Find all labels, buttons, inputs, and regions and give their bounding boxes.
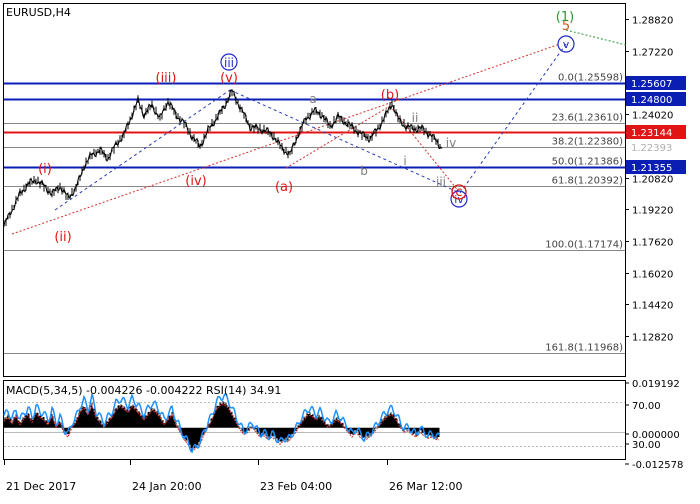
price-axis-label: 1.27220 [632,48,673,59]
wave-label: a [309,92,316,106]
price-axis-label: 1.16020 [632,270,673,281]
wave-label: (iii) [156,71,177,86]
price-axis-label: 1.14420 [632,301,673,312]
fib-label: 50.0(1.21386) [552,157,624,168]
wave-label: iii [436,175,446,189]
fib-label: 38.2(1.22380) [552,137,624,148]
time-axis-label: 24 Jan 20:00 [132,480,202,493]
indicator-title: MACD(5,34,5) -0.004226 -0.004222 RSI(14)… [6,384,281,397]
time-axis-label: 26 Mar 12:00 [389,480,462,493]
wave-label: ii [412,111,419,125]
price-marker-tag-label: 1.21355 [631,163,672,174]
wave-label: (ii) [54,230,71,245]
wave-label: iv [446,136,456,150]
price-marker-tag-label: 1.22393 [631,143,672,154]
time-axis: 21 Dec 2017 24 Jan 20:00 23 Feb 04:00 26 Ma… [4,460,462,493]
fib-label: 161.8(1.11968) [545,343,623,354]
price-axis: 1.288201.272201.256001.240201.208201.192… [625,16,673,344]
wave-label: (v) [220,71,238,86]
fib-label: 61.8(1.20392) [552,176,624,187]
price-axis-label: 1.12820 [632,333,673,344]
wave-label: v [563,38,570,51]
wave-label: i [403,154,406,168]
price-marker-tags: 1.25607 1.24800 1.23144 1.22393 1.21355 [626,76,686,174]
chart-title: EURUSD,H4 [6,6,71,19]
indicator-axis: 0.01919270.000.00000030.00-0.012578 [625,379,683,471]
main-plot-frame [3,3,626,377]
price-marker-tag-label: 1.25607 [631,79,672,90]
wave-label: (1) [556,10,574,25]
time-axis-label: 21 Dec 2017 [6,480,76,493]
indicator-axis-label: 0.019192 [632,379,680,390]
indicator-axis-label: 70.00 [632,401,661,412]
fib-label: 100.0(1.17174) [545,240,623,251]
wave-label: iii [224,56,234,70]
wave-label: b [360,164,368,178]
price-axis-label: 1.17620 [632,238,673,249]
wave-label: (b) [381,88,399,103]
wave-label: (i) [38,162,52,177]
chart-svg: 0.0(1.25598) 23.6(1.23610) 38.2(1.22380) 50… [3,3,686,493]
chart: 0.0(1.25598) 23.6(1.23610) 38.2(1.22380) 50… [0,0,700,500]
price-marker-tag-label: 1.24800 [631,95,672,106]
price-axis-label: 1.24020 [632,111,673,122]
fib-label: 23.6(1.23610) [552,113,624,124]
price-axis-label: 1.20820 [632,175,673,186]
indicator-axis-label: -0.012578 [632,460,683,471]
price-marker-tag-label: 1.23144 [631,128,672,139]
wave-label: (a) [275,180,293,195]
price-axis-label: 1.19220 [632,206,673,217]
fib-label: 0.0(1.25598) [558,73,623,84]
time-axis-label: 23 Feb 04:00 [260,480,332,493]
wave-label: (iv) [185,174,206,189]
indicator-axis-label: 30.00 [632,440,661,451]
price-axis-label: 1.28820 [632,16,673,27]
